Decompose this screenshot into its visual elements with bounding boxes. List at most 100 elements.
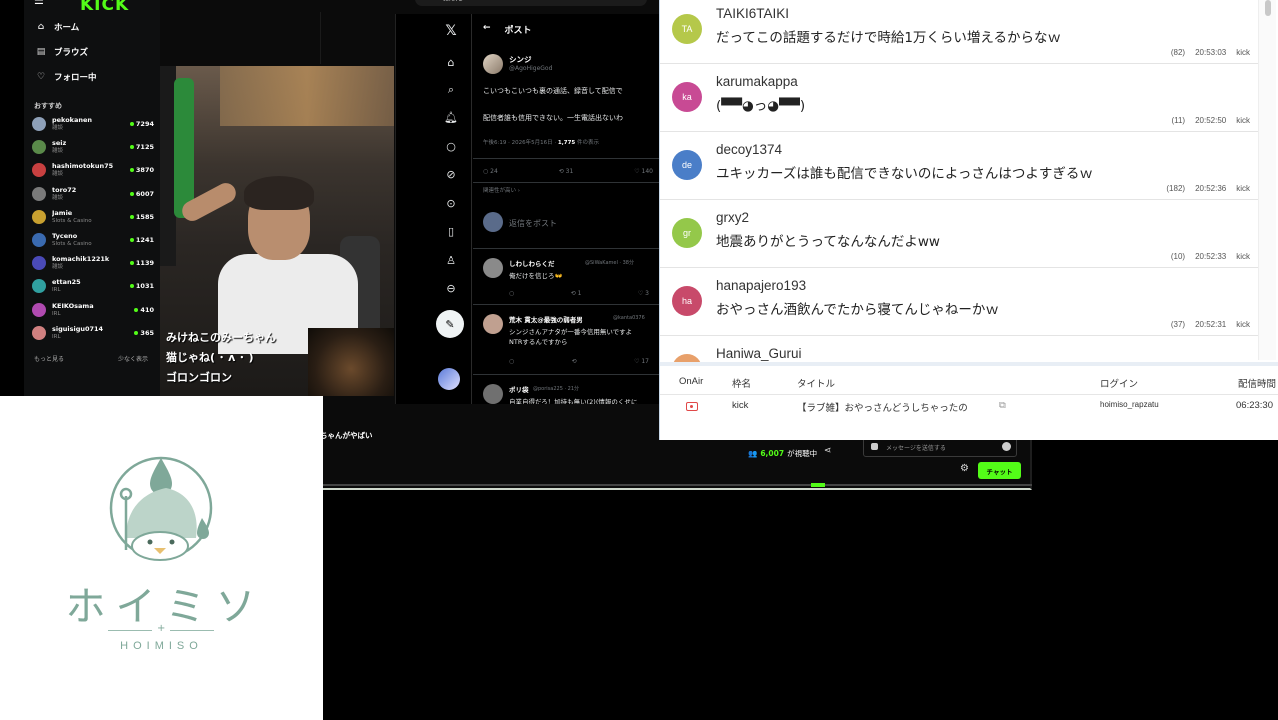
commenter-avatar[interactable]: gr xyxy=(672,218,702,248)
home-icon[interactable]: ⌂ xyxy=(444,56,458,70)
table-cell-frame[interactable]: kick xyxy=(732,400,748,411)
reply-author[interactable]: ポリ袋 xyxy=(509,384,529,394)
commenter-name[interactable]: grxy2 xyxy=(716,210,749,225)
commenter-name[interactable]: hanapajero193 xyxy=(716,278,806,293)
channel-viewer-count: 1241 xyxy=(135,236,154,244)
commenter-avatar[interactable]: TA xyxy=(672,14,702,44)
like-count[interactable]: ♡ 140 xyxy=(634,168,653,175)
commenter-avatar[interactable]: ka xyxy=(672,82,702,112)
chat-send-button[interactable]: チャット xyxy=(978,462,1021,479)
repost-icon[interactable]: ⟲ xyxy=(572,358,577,365)
column-header-onair[interactable]: OnAir xyxy=(679,376,703,387)
reply-count[interactable]: ○ 24 xyxy=(483,168,498,175)
table-cell-login[interactable]: hoimiso_rapzatu xyxy=(1100,400,1159,409)
comment-scrollbar[interactable] xyxy=(1258,0,1276,360)
post-author-avatar[interactable] xyxy=(483,54,503,74)
column-header-duration[interactable]: 配信時間 xyxy=(1238,376,1276,390)
emoji-icon[interactable] xyxy=(1002,442,1011,451)
comment-row[interactable]: de decoy1374 ユキッカーズは誰も配信できないのによっさんはつよすぎるｗ (… xyxy=(660,132,1260,200)
like-icon[interactable]: ♡ 3 xyxy=(638,290,649,297)
reply-author[interactable]: しわしわらくだ xyxy=(509,258,555,268)
sort-relevance[interactable]: 関連性が高い › xyxy=(483,186,520,194)
column-header-frame[interactable]: 枠名 xyxy=(732,376,751,390)
post-author-handle[interactable]: @AgoHigeGod xyxy=(509,65,552,72)
x-logo-icon[interactable]: 𝕏 xyxy=(444,24,458,38)
communities-icon[interactable]: ⊙ xyxy=(444,197,458,211)
channel-meta: seiz 雑談 xyxy=(52,139,130,155)
channel-category: 雑談 xyxy=(52,125,64,131)
comment-row[interactable]: ha hanapajero193 おやっさん酒飲んでたから寝てんじゃねーかｗ (37)… xyxy=(660,268,1260,336)
bookmark-icon[interactable]: ▯ xyxy=(444,225,458,239)
commenter-avatar[interactable]: ha xyxy=(672,286,702,316)
nav-browse[interactable]: ▤ ブラウズ xyxy=(36,43,88,61)
more-icon[interactable]: ⊖ xyxy=(444,282,458,296)
webcam-video[interactable]: みけねこのみーちゃん 猫じゃね( ･ ᴧ ･ ) ゴロンゴロン xyxy=(160,66,394,396)
stream-progress-bar[interactable] xyxy=(320,483,1032,487)
reply-avatar[interactable] xyxy=(483,258,503,278)
post-author-name[interactable]: シンジ xyxy=(509,54,532,65)
sidebar-channel[interactable]: KEIKOsama IRL 410 xyxy=(32,299,154,321)
reply-avatar[interactable] xyxy=(483,384,503,404)
chat-input[interactable]: メッセージを送信する xyxy=(863,437,1017,457)
channel-category: Slots & Casino xyxy=(52,217,92,224)
comment-count: (11) xyxy=(1171,116,1186,125)
overlay-line: みけねこのみーちゃん xyxy=(166,331,276,344)
bell-icon[interactable]: 🔔︎ xyxy=(444,111,458,125)
onair-icon xyxy=(686,402,698,411)
gear-icon[interactable]: ⚙ xyxy=(960,463,969,474)
live-dot xyxy=(129,261,134,266)
kick-logo[interactable]: KICK xyxy=(80,0,129,15)
grok-icon[interactable]: ⊘ xyxy=(444,168,458,182)
commenter-name[interactable]: karumakappa xyxy=(716,74,798,89)
cam-shelf xyxy=(220,66,394,126)
show-less-link[interactable]: 少なく表示 xyxy=(118,354,148,363)
channel-meta: siguisigu0714 IRL xyxy=(52,325,134,341)
copy-icon[interactable]: ⧉ xyxy=(999,400,1006,411)
sidebar-channel[interactable]: siguisigu0714 IRL 365 xyxy=(32,322,154,344)
sidebar-channel[interactable]: toro72 雑談 6007 xyxy=(32,183,154,205)
nav-home[interactable]: ⌂ ホーム xyxy=(36,18,79,36)
comment-viewer-window: TA TAIKI6TAIKI だってこの話題するだけで時給1万くらい増えるからなｗ (… xyxy=(659,0,1278,440)
scrollbar-thumb[interactable] xyxy=(1265,0,1271,16)
channel-meta: pekokanen 雑談 xyxy=(52,116,130,132)
sidebar-channel[interactable]: Jamie Slots & Casino 1585 xyxy=(32,206,154,228)
comment-row[interactable]: TA TAIKI6TAIKI だってこの話題するだけで時給1万くらい増えるからなｗ (… xyxy=(660,0,1260,64)
like-icon[interactable]: ♡ 17 xyxy=(634,358,649,365)
repost-icon[interactable]: ⟲ 1 xyxy=(571,290,582,297)
commenter-avatar[interactable]: de xyxy=(672,150,702,180)
table-cell-title[interactable]: 【ラブ雑】おやっさんどうしちゃったの xyxy=(797,400,968,414)
reply-input[interactable]: 返信をポスト xyxy=(509,218,557,229)
search-input[interactable]: toro72 xyxy=(415,0,647,6)
sidebar-channel[interactable]: komachik1221k 雑談 1139 xyxy=(32,252,154,274)
nav-following[interactable]: ♡ フォロー中 xyxy=(36,68,97,86)
sidebar-channel[interactable]: Tyceno Slots & Casino 1241 xyxy=(32,229,154,251)
my-avatar[interactable] xyxy=(438,368,460,390)
commenter-name[interactable]: TAIKI6TAIKI xyxy=(716,6,789,21)
comment-row[interactable]: gr grxy2 地震ありがとうってなんなんだよww (10) 20:52:33 kick xyxy=(660,200,1260,268)
share-icon[interactable]: ⋖ xyxy=(824,446,832,456)
emote-icon[interactable] xyxy=(871,443,878,450)
column-header-title[interactable]: タイトル xyxy=(797,376,835,390)
menu-icon[interactable]: ☰ xyxy=(34,0,44,7)
reply-avatar[interactable] xyxy=(483,314,503,334)
commenter-name[interactable]: decoy1374 xyxy=(716,142,782,157)
show-more-link[interactable]: もっと見る xyxy=(34,354,64,363)
reply-icon[interactable]: ○ xyxy=(509,290,514,297)
back-arrow-icon[interactable]: ← xyxy=(483,23,491,36)
sidebar-channel[interactable]: pekokanen 雑談 7294 xyxy=(32,113,154,135)
reply-author[interactable]: 荒木 貫太@最強の弱者男 xyxy=(509,314,583,324)
message-icon[interactable]: ○ xyxy=(444,140,458,154)
search-icon[interactable]: ⌕ xyxy=(444,83,458,97)
channel-viewer-count: 1031 xyxy=(135,282,154,291)
sidebar-channel[interactable]: seiz 雑談 7125 xyxy=(32,136,154,158)
compose-post-button[interactable]: ✎ xyxy=(436,310,464,338)
column-header-login[interactable]: ログイン xyxy=(1100,376,1138,390)
commenter-name[interactable]: Haniwa_Gurui xyxy=(716,346,802,361)
repost-count[interactable]: ⟲ 31 xyxy=(559,168,574,175)
sidebar-channel[interactable]: ettan25 IRL 1031 xyxy=(32,275,154,297)
sidebar-channel[interactable]: hashimotokun75 雑談 3870 xyxy=(32,159,154,181)
reply-icon[interactable]: ○ xyxy=(509,358,514,365)
comment-row[interactable]: ka karumakappa (▀▀◕っ◕▀▀) (11) 20:52:50 kick xyxy=(660,64,1260,132)
profile-icon[interactable]: ♙ xyxy=(444,254,458,268)
channel-avatar xyxy=(32,325,46,340)
